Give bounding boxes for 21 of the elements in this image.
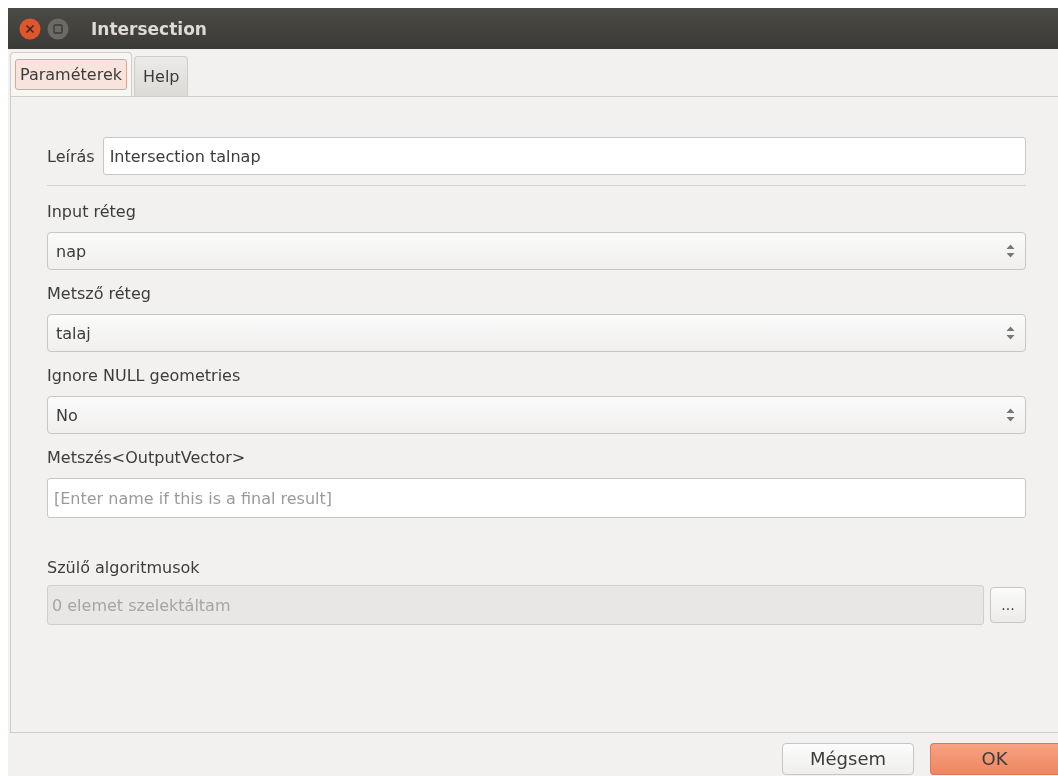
maximize-icon[interactable] [47,17,69,40]
field-label: Metsző réteg [47,284,152,305]
window-title: Intersection [91,18,207,39]
close-icon[interactable] [19,17,41,40]
field-label: Input réteg [47,202,137,223]
tab[interactable]: Help [134,56,189,96]
ok-button[interactable]: OK [930,743,1058,775]
dropdown[interactable]: talaj [47,314,1026,352]
tab[interactable]: Paraméterek [10,52,132,96]
field-label: Szülő algoritmusok [47,558,201,577]
input-field[interactable]: [Enter name if this is a final result] [47,478,1026,518]
spinner-arrows-icon [1006,325,1015,341]
dropdown[interactable]: No [47,396,1026,434]
spinner-arrows-icon [1006,407,1015,423]
field-label: Leírás [47,146,95,166]
field-label: Metszés<OutputVector> [47,448,247,469]
field-label: Ignore NULL geometries [47,366,242,387]
spinner-arrows-icon [1006,243,1015,259]
cancel-button[interactable]: Mégsem [782,743,914,775]
input-field[interactable]: Intersection talnap [102,137,1026,175]
dropdown[interactable]: nap [47,232,1026,270]
